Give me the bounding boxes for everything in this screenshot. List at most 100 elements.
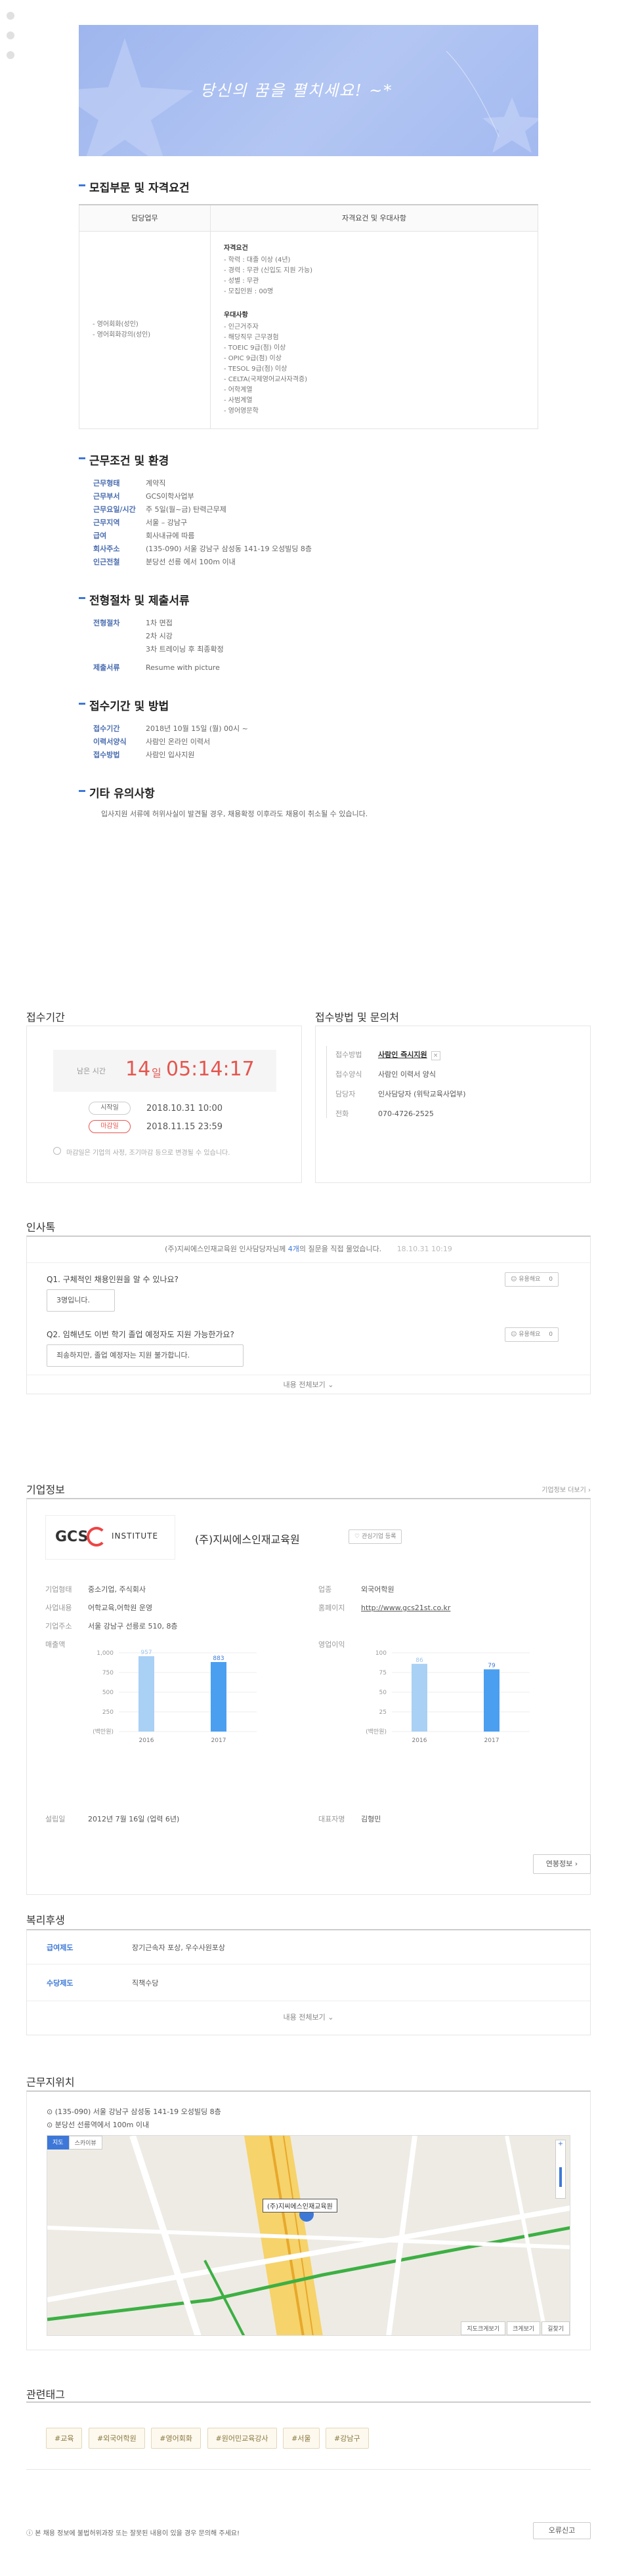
- info-value: 분당선 선릉 에서 100m 이내: [146, 557, 236, 566]
- apply-info: 접수기간 2018년 10월 15일 (월) 00시 ~ 이력서양식 사람인 온라인…: [93, 722, 538, 762]
- y-tick-label: (백만원): [93, 1728, 114, 1735]
- welfare-key: 급여제도: [47, 1943, 74, 1952]
- annual-salary-button[interactable]: 연봉정보 ›: [533, 1854, 591, 1874]
- y-tick-label: 50: [379, 1690, 387, 1696]
- zoom-in-icon[interactable]: +: [556, 2140, 565, 2148]
- follow-button[interactable]: ♡ 관심기업 등록: [349, 1529, 402, 1544]
- company-key: 대표자명: [318, 1815, 345, 1823]
- qual-title: 자격요건: [224, 244, 248, 252]
- info-row: 근무요일/시간 주 5일(월~금) 탄력근무제: [93, 503, 538, 516]
- tag-item[interactable]: #교육: [46, 2428, 83, 2449]
- section-title: 접수기간 및 방법: [79, 697, 538, 713]
- more-label: 내용 전체보기: [283, 2013, 326, 2022]
- useful-button[interactable]: ☺ 유용해요 0: [505, 1272, 559, 1287]
- tag-item[interactable]: #서울: [283, 2428, 320, 2449]
- info-value: 2018년 10월 15일 (월) 00시 ~: [146, 724, 248, 733]
- qa-more[interactable]: 내용 전체보기 ⌄: [27, 1375, 590, 1394]
- company-row: 설립일 2012년 7월 16일 (업력 6년): [45, 1814, 179, 1825]
- x-tick-label: 2017: [484, 1737, 500, 1744]
- report-button[interactable]: 오류신고: [533, 2522, 591, 2539]
- info-row: 근무부서 GCS이학사업부: [93, 490, 538, 503]
- duty-cell: - 영어회화(성인) - 영어회화강의(성인): [79, 230, 211, 429]
- zoom-slider[interactable]: [559, 2167, 562, 2187]
- pref-item: - TESOL 9급(점) 이상: [224, 365, 287, 373]
- directions-button[interactable]: 길찾기: [542, 2321, 570, 2335]
- data-label: 86: [415, 1657, 423, 1664]
- info-icon: ⓘ: [26, 2530, 35, 2537]
- control-dot[interactable]: [7, 31, 14, 39]
- company-value: 외국어학원: [361, 1585, 394, 1594]
- follow-label: 관심기업 등록: [361, 1533, 396, 1540]
- company-value: 서울 강남구 선릉로 510, 8층: [88, 1622, 178, 1631]
- useful-count: 0: [549, 1331, 553, 1338]
- info-row: 제출서류 Resume with picture: [93, 661, 538, 675]
- end-date: 2018.11.15 23:59: [146, 1122, 223, 1132]
- answer: 3명입니다.: [47, 1289, 115, 1312]
- pref-item: - 해당직무 근무경험: [224, 333, 279, 341]
- day-unit: 일: [152, 1067, 161, 1079]
- bar: [138, 1656, 154, 1732]
- location-subway: ⊙ 분당선 선릉역에서 100m 이내: [47, 2119, 149, 2130]
- tags-box: #교육 #외국어학원 #영어회화 #원어민교육강사 #서울 #강남구: [26, 2401, 591, 2470]
- bar: [484, 1669, 500, 1732]
- info-value: 회사내규에 따름: [146, 531, 195, 540]
- welfare-key: 수당제도: [47, 1979, 74, 1987]
- map[interactable]: 지도 스카이뷰 (주)지씨에스인재교육원 + 지도크게보기 크게보기 길찾기: [47, 2135, 570, 2336]
- more-label: 기업정보 더보기: [542, 1487, 586, 1494]
- qual-item: - 성별 : 무관: [224, 277, 259, 285]
- info-key: 인근전철: [93, 557, 120, 566]
- profit-chart: 100 75 50 25 (백만원) 86 2016 79 2017: [366, 1650, 530, 1744]
- info-key: 제출서류: [93, 663, 120, 672]
- useful-label: 유용해요: [519, 1276, 541, 1283]
- useful-label: 유용해요: [519, 1331, 541, 1338]
- subway-icon: ⊙: [47, 2121, 55, 2129]
- qual-item: - 학력 : 대졸 이상 (4년): [224, 256, 291, 264]
- map-view-button[interactable]: 크게보기: [507, 2321, 541, 2335]
- method-key: 담당자: [335, 1090, 356, 1098]
- pin-icon: ⊙: [47, 2108, 55, 2116]
- tag-item[interactable]: #원어민교육강사: [207, 2428, 277, 2449]
- section-title: 근무조건 및 환경: [79, 451, 538, 468]
- logo-circle-icon: [87, 1527, 106, 1547]
- y-tick-label: (백만원): [366, 1728, 387, 1735]
- control-dot[interactable]: [7, 12, 14, 20]
- quick-apply-link[interactable]: 사람인 즉시지원: [378, 1050, 427, 1059]
- company-more-link[interactable]: 기업정보 더보기 ›: [542, 1484, 591, 1494]
- info-key: 접수기간: [93, 724, 120, 733]
- company-logo: GCS INSTITUTE: [45, 1515, 175, 1560]
- zoom-control[interactable]: +: [555, 2140, 566, 2199]
- info-key: 전형절차: [93, 618, 120, 627]
- tag-item[interactable]: #영어회화: [151, 2428, 201, 2449]
- welfare-value: 장기근속자 포상, 우수사원포상: [132, 1943, 226, 1952]
- info-icon: [53, 1147, 61, 1155]
- question: Q1. 구체적인 채용인원을 알 수 있나요?: [47, 1275, 179, 1284]
- useful-button[interactable]: ☺ 유용해요 0: [505, 1327, 559, 1342]
- close-icon[interactable]: ×: [431, 1051, 440, 1060]
- info-value: 서울 – 강남구: [146, 518, 188, 527]
- company-key: 설립일: [45, 1815, 66, 1823]
- remain-label: 남은 시간: [77, 1067, 106, 1075]
- homepage-link[interactable]: http://www.gcs21st.co.kr: [361, 1604, 450, 1612]
- info-value: GCS이학사업부: [146, 491, 194, 501]
- pref-item: - CELTA(국제영어교사자격증): [224, 375, 308, 383]
- control-dot[interactable]: [7, 51, 14, 59]
- period-note: 마감일은 기업의 사정, 조기마감 등으로 변경될 수 있습니다.: [66, 1150, 230, 1157]
- info-value: 사람인 온라인 이력서: [146, 737, 211, 746]
- welfare-row: 급여제도 장기근속자 포상, 우수사원포상: [27, 1930, 590, 1964]
- tag-item[interactable]: #강남구: [326, 2428, 369, 2449]
- tab-map[interactable]: 지도: [47, 2136, 69, 2150]
- map-large-button[interactable]: 지도크게보기: [461, 2321, 506, 2335]
- welfare-more[interactable]: 내용 전체보기 ⌄: [27, 2008, 590, 2027]
- y-tick-label: 750: [102, 1670, 114, 1676]
- qa-box: (주)지씨에스인재교육원 인사담당자님께 4개의 질문을 직접 물었습니다. 1…: [26, 1236, 591, 1394]
- etc-note: 입사지원 서류에 허위사실이 발견될 경우, 채용확정 이후라도 채용이 취소될…: [101, 809, 368, 818]
- tab-skyview[interactable]: 스카이뷰: [68, 2136, 102, 2150]
- company-value: 어학교육,어학원 운영: [88, 1604, 153, 1612]
- remain-days: 14: [125, 1058, 151, 1081]
- info-key: [93, 630, 146, 643]
- tag-item[interactable]: #외국어학원: [88, 2428, 145, 2449]
- info-row: 급여 회사내규에 따름: [93, 530, 538, 543]
- info-key: 급여: [93, 531, 107, 540]
- info-value: 2차 시강: [146, 631, 173, 640]
- map-tabs: 지도 스카이뷰: [47, 2136, 102, 2150]
